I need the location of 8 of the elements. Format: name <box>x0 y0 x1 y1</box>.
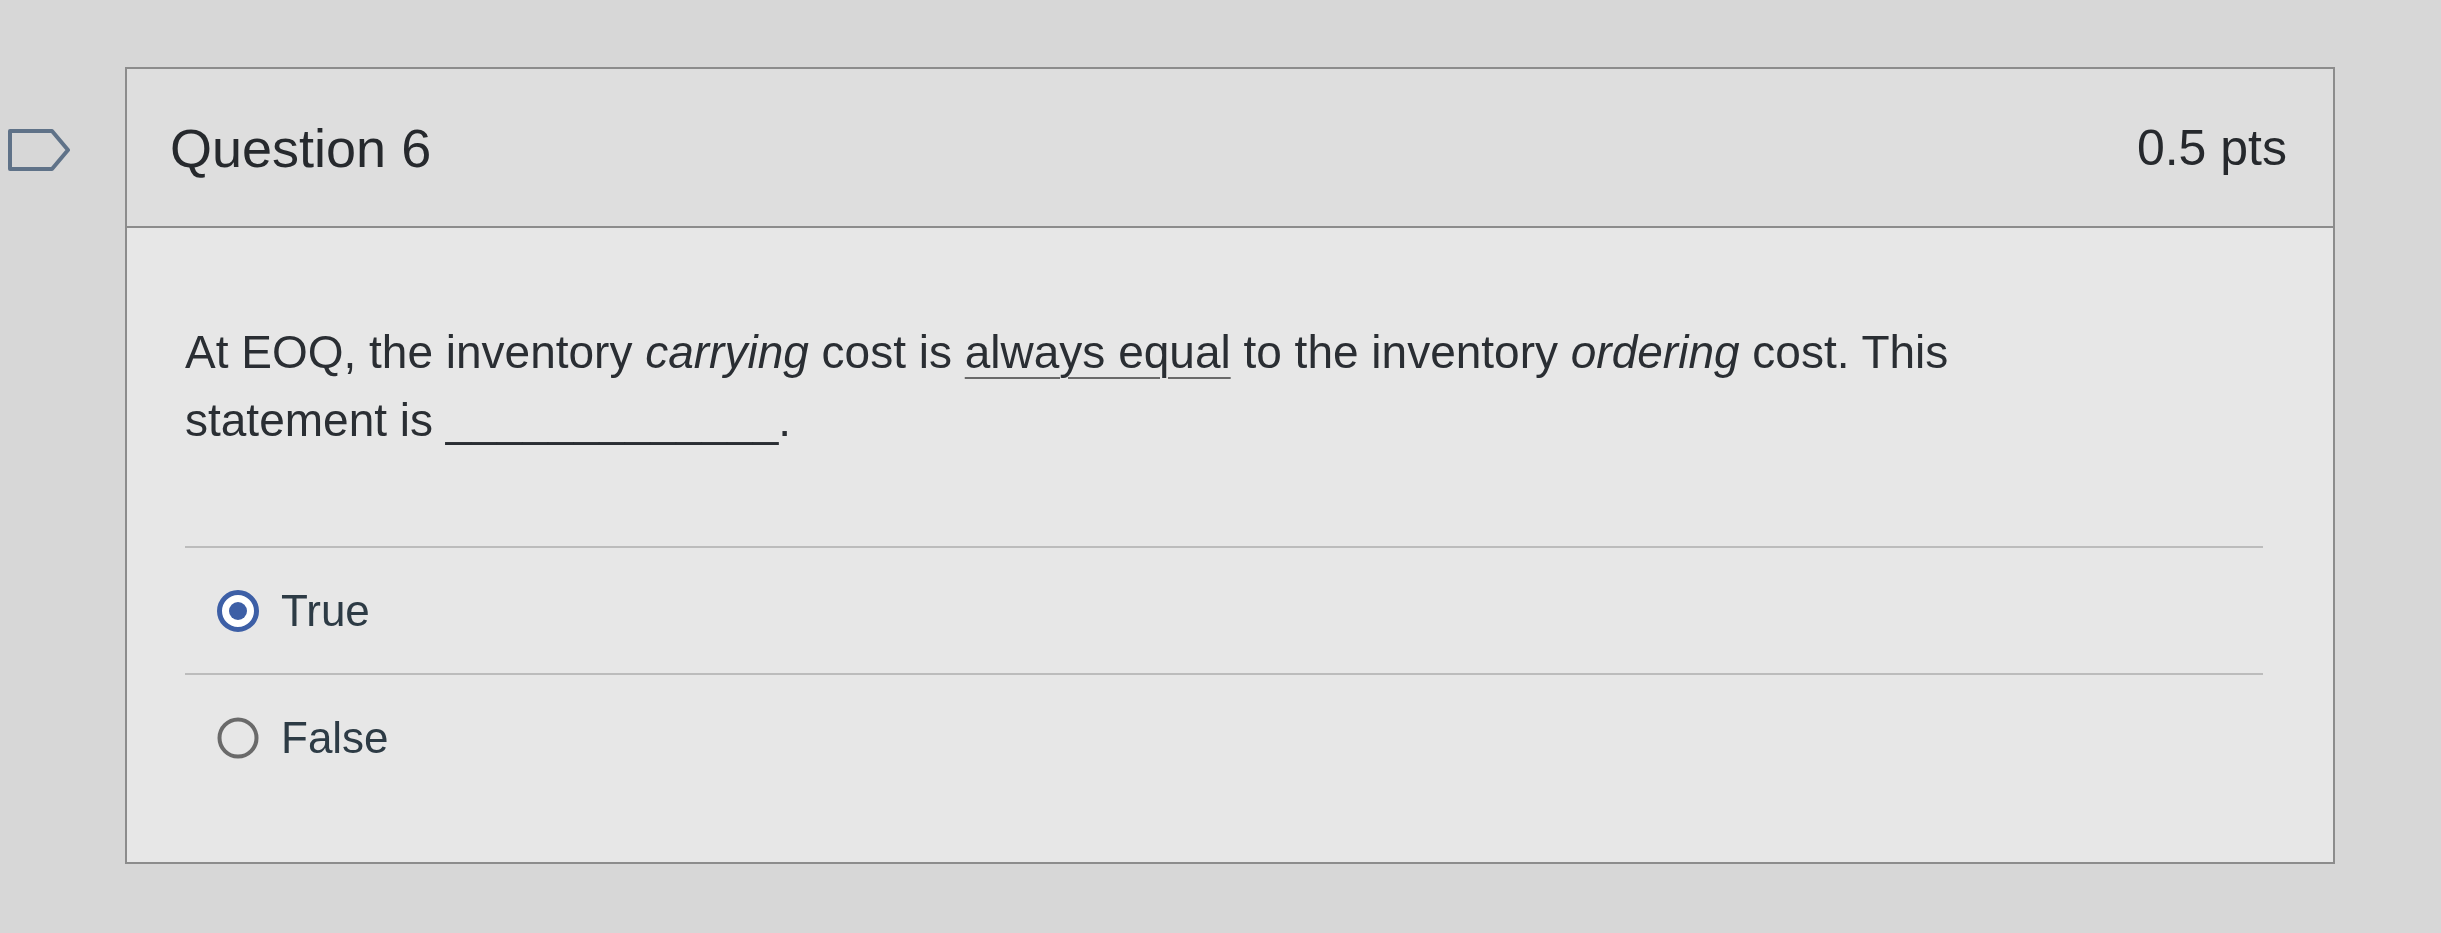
question-text: At EOQ, the inventory carrying cost is always equal to the inventory ordering cost. This statement is _____________. <box>185 325 1950 448</box>
answer-option[interactable]: True <box>217 585 370 636</box>
tag-icon[interactable] <box>8 129 70 171</box>
radio-icon[interactable] <box>217 716 259 759</box>
answer-option[interactable]: False <box>217 712 389 763</box>
question-title: Question 6 <box>170 116 432 179</box>
radio-icon[interactable] <box>217 589 259 632</box>
points-label: 0.5 pts <box>2136 118 2287 177</box>
